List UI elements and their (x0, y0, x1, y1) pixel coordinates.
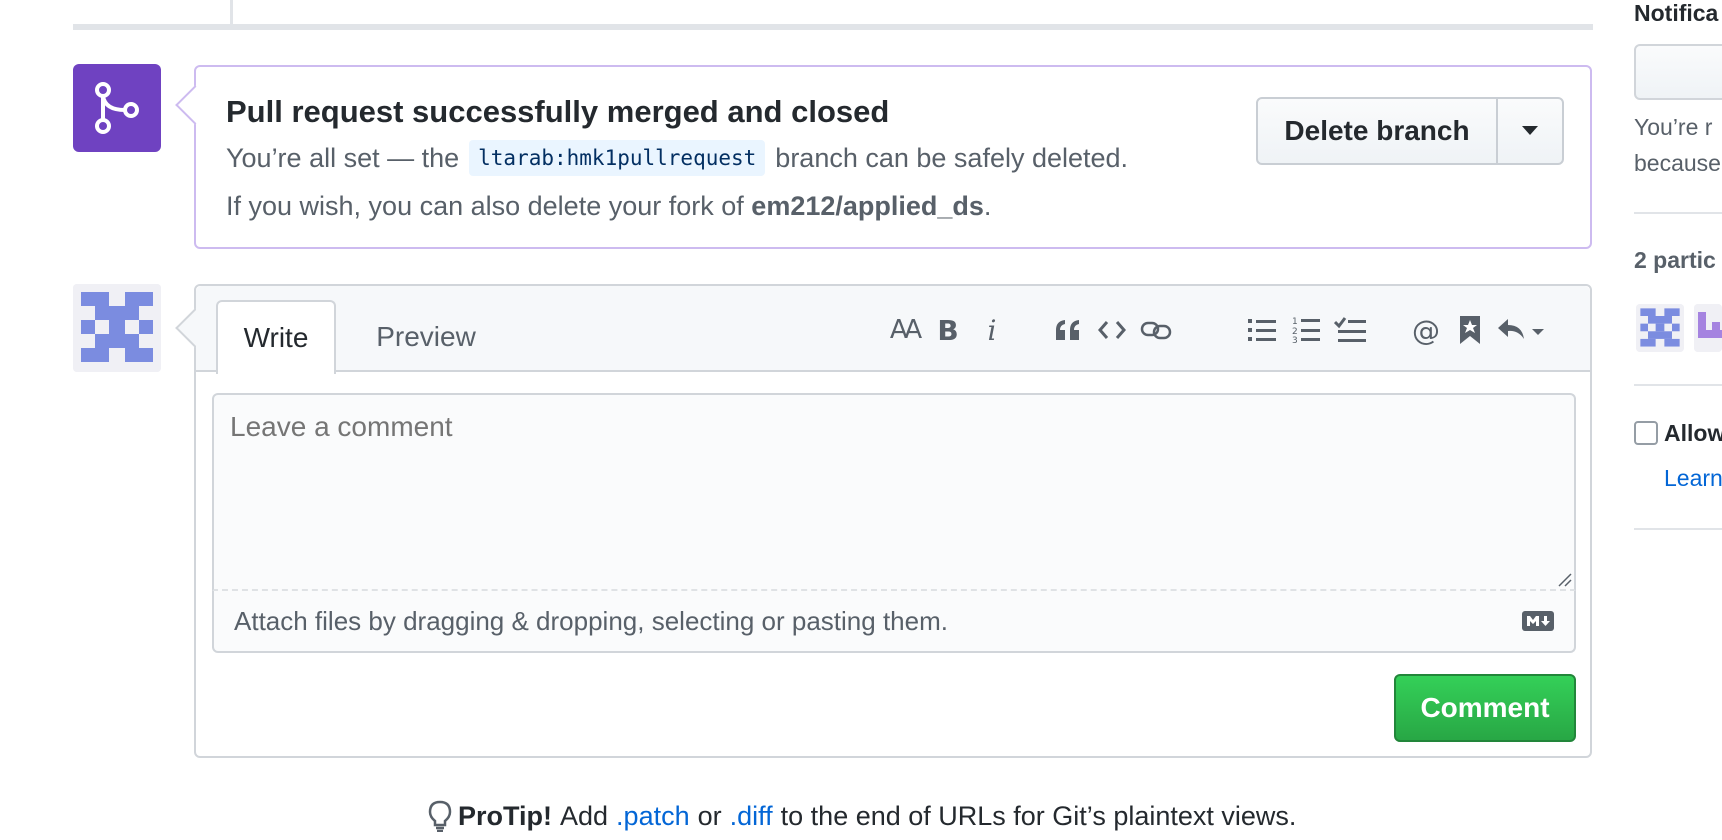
svg-text:3: 3 (1292, 336, 1298, 344)
code-icon (1098, 321, 1126, 339)
delete-branch-dropdown-button[interactable] (1498, 99, 1562, 163)
link-icon (1140, 321, 1172, 340)
sidebar-divider (1634, 384, 1722, 386)
diff-link[interactable]: .diff (730, 801, 773, 832)
triangle-down-icon (1522, 126, 1538, 135)
identicon-image (1694, 304, 1722, 352)
merge-status-description: You’re all set — the ltarab:hmk1pullrequ… (226, 140, 1128, 176)
link-button[interactable] (1134, 310, 1178, 350)
resize-grip-icon[interactable] (1556, 571, 1572, 587)
identicon-image (73, 284, 161, 372)
unordered-list-icon (1248, 319, 1276, 341)
identicon-image (1636, 304, 1684, 352)
bold-icon: B (937, 313, 959, 347)
attach-files-hint: Attach files by dragging & dropping, sel… (234, 606, 948, 636)
heading-button[interactable]: AA (882, 310, 926, 350)
quote-button[interactable] (1046, 310, 1090, 350)
ordered-list-icon: 123 (1292, 317, 1320, 344)
saved-reply-button[interactable] (1492, 310, 1552, 350)
comment-textarea[interactable] (212, 393, 1576, 591)
italic-button[interactable]: i (970, 310, 1014, 350)
hint-text: . (983, 191, 992, 221)
toolbar-group-blocks (1046, 310, 1178, 350)
bookmark-icon (1460, 316, 1480, 344)
branch-name: ltarab:hmk1pullrequest (469, 140, 766, 176)
comment-form-header: Write Preview AA B i 1 2 3 @ (196, 286, 1590, 374)
delete-branch-group: Delete branch (1256, 97, 1564, 165)
tab-preview[interactable]: Preview (356, 300, 496, 374)
toolbar-group-text: AA B i (882, 310, 1014, 350)
reference-button[interactable] (1448, 310, 1492, 350)
comment-submit-button[interactable]: Comment (1394, 674, 1576, 742)
participant-avatar[interactable] (1694, 304, 1722, 352)
toolbar-group-misc: @ (1404, 310, 1552, 350)
participant-avatar[interactable] (1636, 304, 1684, 352)
markdown-icon[interactable] (1522, 611, 1554, 631)
heading-icon: AA (889, 315, 922, 345)
avatar[interactable] (73, 284, 161, 372)
hint-text: If you wish, you can also delete your fo… (226, 191, 744, 221)
notification-reason: because (1634, 150, 1721, 176)
timeline-line (230, 0, 233, 24)
svg-text:1: 1 (1292, 317, 1298, 327)
light-bulb-icon (428, 800, 452, 832)
task-list-button[interactable] (1328, 310, 1372, 350)
protip-label: ProTip! (458, 800, 552, 831)
protip: ProTip! Add .patch or .diff to the end o… (426, 800, 1296, 832)
new-comment-form: Write Preview AA B i 1 2 3 @ Leave a com… (194, 284, 1592, 758)
file-attachment-area[interactable]: Attach files by dragging & dropping, sel… (212, 591, 1576, 653)
quote-icon (1056, 320, 1079, 340)
timeline-bottom-border (73, 0, 1593, 30)
tab-write[interactable]: Write (216, 300, 336, 374)
description-text: branch can be safely deleted. (775, 142, 1129, 173)
ordered-list-button[interactable]: 123 (1284, 310, 1328, 350)
mention-button[interactable]: @ (1404, 310, 1448, 350)
toolbar-group-lists: 123 (1240, 310, 1372, 350)
protip-text: to the end of URLs for Git’s plaintext v… (780, 800, 1297, 831)
participants-title: 2 partic (1634, 247, 1716, 273)
learn-more-link[interactable]: Learn (1664, 465, 1722, 492)
unordered-list-button[interactable] (1240, 310, 1284, 350)
task-list-icon (1334, 317, 1366, 342)
git-merge-icon (95, 82, 139, 134)
allow-edits-checkbox[interactable] (1634, 421, 1658, 445)
code-button[interactable] (1090, 310, 1134, 350)
italic-icon: i (987, 313, 997, 347)
allow-edits-label: Allow (1664, 420, 1722, 446)
merge-status-box: Pull request successfully merged and clo… (194, 65, 1592, 249)
notifications-title: Notifica (1634, 0, 1719, 26)
subscribe-button[interactable] (1634, 44, 1722, 100)
protip-text: or (697, 800, 722, 831)
sidebar-divider (1634, 528, 1722, 530)
mention-icon: @ (1412, 313, 1440, 347)
bold-button[interactable]: B (926, 310, 970, 350)
merged-badge (73, 64, 161, 152)
reply-icon (1498, 319, 1544, 339)
fork-name: em212/applied_ds (751, 191, 984, 221)
protip-text: Add (560, 800, 609, 831)
sidebar-divider (1634, 212, 1722, 214)
patch-link[interactable]: .patch (616, 801, 690, 832)
merge-status-title: Pull request successfully merged and clo… (226, 94, 890, 129)
fork-delete-hint: If you wish, you can also delete your fo… (226, 191, 991, 222)
notification-reason: You’re r (1634, 114, 1713, 140)
description-text: You’re all set — the (226, 142, 460, 173)
delete-branch-button[interactable]: Delete branch (1258, 99, 1498, 163)
